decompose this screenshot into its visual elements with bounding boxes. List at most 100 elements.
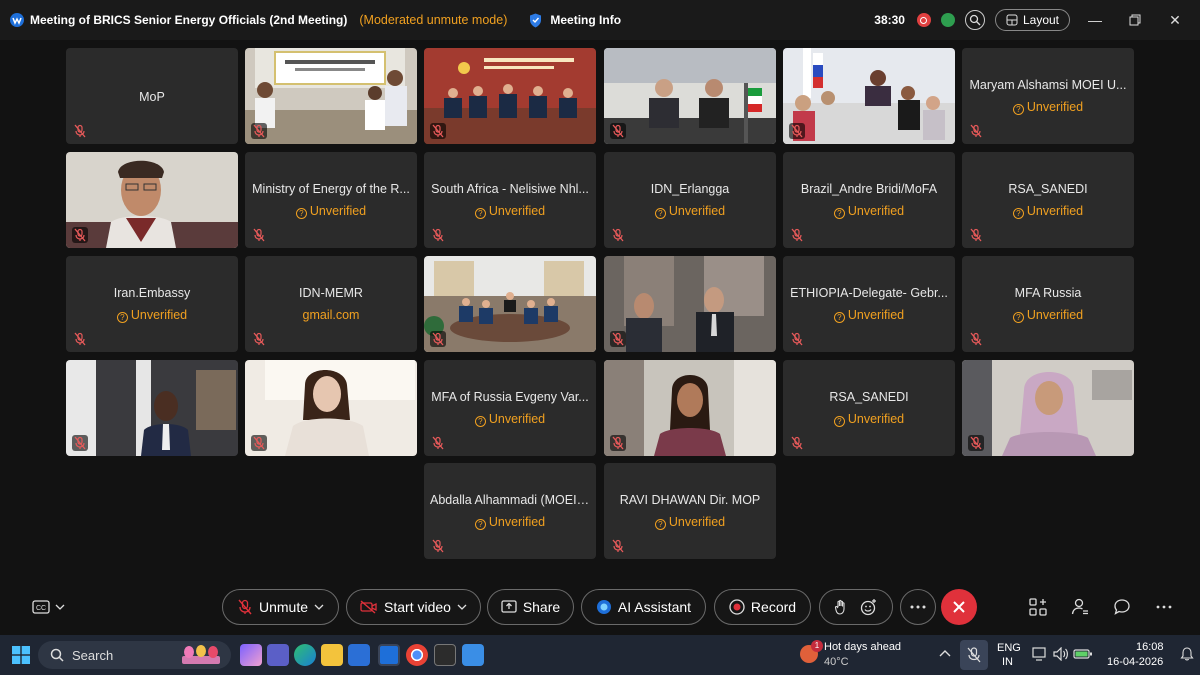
participant-name: Ministry of Energy of the R...	[252, 182, 410, 196]
clock-time[interactable]: 16:08	[1136, 641, 1164, 653]
share-button[interactable]: Share	[487, 589, 574, 625]
participant-tile[interactable]	[245, 360, 417, 456]
verification-status: ? Unverified	[604, 204, 776, 219]
share-screen-icon	[501, 600, 517, 613]
meeting-info-button[interactable]: Meeting Info	[529, 13, 621, 28]
layout-label: Layout	[1022, 13, 1059, 27]
microsoft-store-icon[interactable]	[348, 644, 370, 666]
camera-off-icon	[360, 600, 377, 614]
mic-muted-tray-button[interactable]	[960, 640, 988, 670]
close-window-icon[interactable]: ✕	[1160, 12, 1190, 29]
input-language[interactable]: ENG	[997, 642, 1021, 654]
restore-icon[interactable]	[1120, 14, 1150, 26]
webex-taskbar-icon[interactable]	[378, 644, 400, 666]
participant-video	[66, 152, 238, 248]
unverified-icon: ?	[833, 416, 845, 427]
windows-taskbar: Search 1 Hot days ahead 40°C ENG IN 16:0…	[0, 635, 1200, 675]
participant-tile[interactable]	[245, 48, 417, 144]
file-explorer-icon[interactable]	[321, 644, 343, 666]
participant-tile[interactable]	[783, 48, 955, 144]
participant-tile[interactable]	[424, 256, 596, 352]
teams-icon[interactable]	[267, 644, 289, 666]
weather-title[interactable]: Hot days ahead	[824, 641, 901, 653]
chevron-up-icon[interactable]	[939, 649, 951, 657]
network-icon[interactable]	[1032, 647, 1048, 661]
verification-status: ? Unverified	[245, 204, 417, 219]
verification-status-label: Unverified	[847, 308, 905, 322]
verification-status: ? Unverified	[424, 204, 596, 219]
participant-name: Iran.Embassy	[113, 286, 191, 300]
apps-button[interactable]	[1028, 597, 1048, 617]
photos-icon[interactable]	[462, 644, 484, 666]
participant-tile[interactable]	[424, 48, 596, 144]
chat-button[interactable]	[1112, 597, 1132, 617]
participant-tile[interactable]	[66, 152, 238, 248]
participant-tile[interactable]: IDN-MEMR gmail.com	[245, 256, 417, 352]
chat-bubble-icon	[1114, 599, 1130, 615]
participant-tile[interactable]	[604, 360, 776, 456]
unverified-icon: ?	[474, 208, 486, 219]
windows-start-icon[interactable]	[12, 646, 30, 664]
closed-captions-icon: CC	[32, 600, 65, 614]
participants-button[interactable]	[1070, 597, 1090, 617]
taskbar-search-box[interactable]: Search	[38, 641, 231, 669]
ai-assistant-button[interactable]: AI Assistant	[581, 589, 706, 625]
participant-tile[interactable]	[66, 360, 238, 456]
minimize-icon[interactable]: —	[1080, 12, 1110, 28]
muted-mic-icon	[430, 227, 446, 243]
battery-charging-icon[interactable]	[1073, 647, 1093, 661]
edge-icon[interactable]	[294, 644, 316, 666]
participant-tile[interactable]: ETHIOPIA-Delegate- Gebr...? Unverified	[783, 256, 955, 352]
verification-status-label: Unverified	[1026, 100, 1084, 114]
muted-mic-icon	[72, 331, 88, 347]
layout-grid-icon	[1006, 14, 1018, 26]
search-label: Search	[72, 647, 114, 663]
participant-tile[interactable]: MoP	[66, 48, 238, 144]
zoom-icon[interactable]	[964, 10, 985, 30]
search-icon	[50, 648, 64, 662]
start-video-button[interactable]: Start video	[346, 589, 481, 625]
participant-tile[interactable]: MFA Russia? Unverified	[962, 256, 1134, 352]
participant-tile[interactable]: Maryam Alshamsi MOEI U...? Unverified	[962, 48, 1134, 144]
recording-indicator-icon	[916, 13, 931, 27]
captions-button[interactable]: CC	[32, 597, 68, 617]
participant-tile[interactable]: IDN_Erlangga ? Unverified	[604, 152, 776, 248]
participant-tile[interactable]: RAVI DHAWAN Dir. MOP? Unverified	[604, 463, 776, 559]
chrome-icon[interactable]	[406, 644, 428, 666]
input-region: IN	[1002, 656, 1013, 668]
more-options-button[interactable]	[900, 589, 936, 625]
participant-tile[interactable]: RSA_SANEDI? Unverified	[783, 360, 955, 456]
participant-name: IDN_Erlangga	[650, 182, 730, 196]
participants-icon	[1071, 598, 1088, 615]
participant-tile[interactable]: Abdalla Alhammadi (MOEI ...? Unverified	[424, 463, 596, 559]
participant-tile[interactable]: Brazil_Andre Bridi/MoFA? Unverified	[783, 152, 955, 248]
verification-status-label: Unverified	[488, 204, 546, 218]
participant-video	[604, 256, 776, 352]
notification-bell-icon[interactable]	[1180, 647, 1194, 661]
unmute-button[interactable]: Unmute	[222, 589, 339, 625]
participant-tile[interactable]: Iran.Embassy? Unverified	[66, 256, 238, 352]
verification-status: ? Unverified	[962, 204, 1134, 219]
verification-status: ? Unverified	[962, 308, 1134, 323]
reactions-button[interactable]	[819, 589, 893, 625]
microphone-muted-icon	[967, 647, 981, 663]
verification-status-label: Unverified	[1026, 308, 1084, 322]
participant-tile[interactable]: Ministry of Energy of the R... ? Unverifie…	[245, 152, 417, 248]
muted-mic-icon	[789, 227, 805, 243]
more-panels-button[interactable]	[1154, 597, 1174, 617]
copilot-icon[interactable]	[240, 644, 262, 666]
layout-button[interactable]: Layout	[994, 9, 1070, 31]
volume-icon[interactable]	[1053, 647, 1069, 661]
participant-tile[interactable]: MFA of Russia Evgeny Var...? Unverified	[424, 360, 596, 456]
shield-icon	[530, 13, 542, 27]
leave-meeting-button[interactable]	[941, 589, 977, 625]
participant-tile[interactable]	[604, 48, 776, 144]
unverified-icon: ?	[654, 519, 666, 530]
terminal-icon[interactable]	[434, 644, 456, 666]
muted-mic-icon	[430, 331, 446, 347]
record-button[interactable]: Record	[714, 589, 811, 625]
participant-tile[interactable]	[962, 360, 1134, 456]
participant-tile[interactable]: RSA_SANEDI? Unverified	[962, 152, 1134, 248]
participant-tile[interactable]: South Africa - Nelisiwe Nhl...? Unverifie…	[424, 152, 596, 248]
participant-tile[interactable]	[604, 256, 776, 352]
